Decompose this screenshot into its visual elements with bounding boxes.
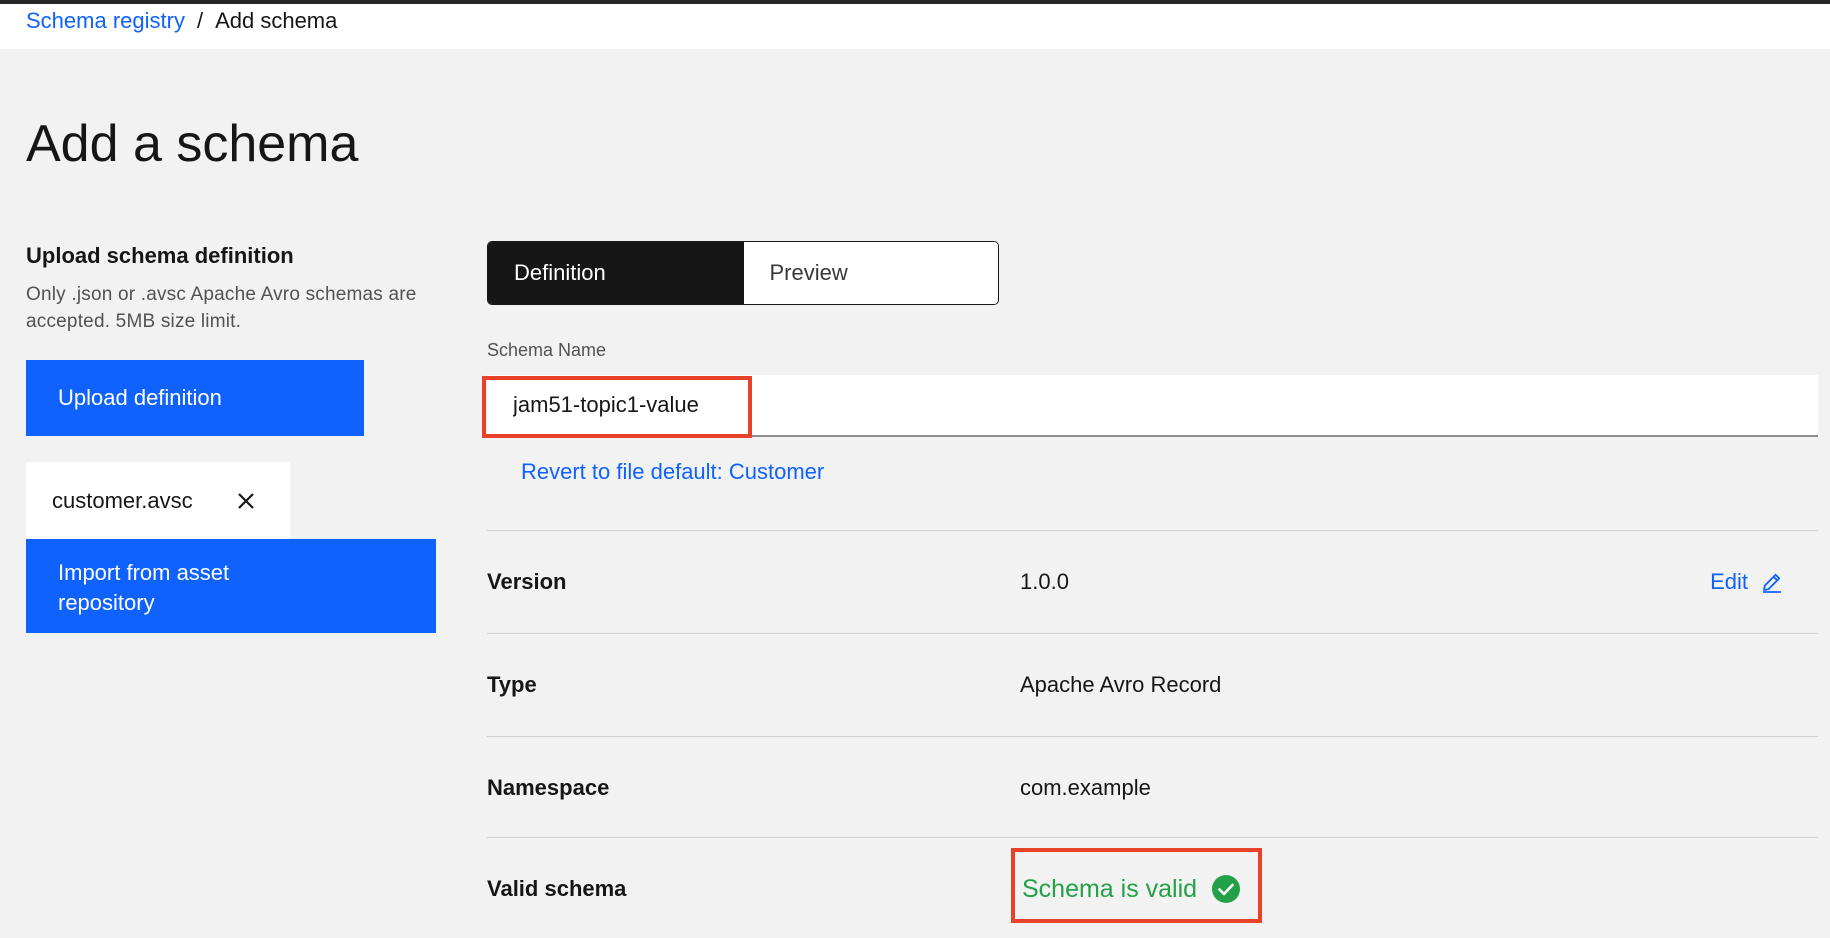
upload-definition-label: Upload definition [58,385,222,410]
detail-row-valid-schema: Valid schema Schema is valid [487,837,1818,938]
tab-preview[interactable]: Preview [742,242,998,304]
type-value: Apache Avro Record [1020,672,1222,697]
upload-heading: Upload schema definition [26,243,294,268]
tab-definition[interactable]: Definition [488,242,743,304]
breadcrumb-bar: Schema registry / Add schema [0,4,1830,49]
import-button-label: Import from asset repository [58,560,230,615]
schema-name-label: Schema Name [487,340,607,360]
valid-schema-label: Valid schema [487,876,627,901]
breadcrumb-separator: / [196,8,204,33]
version-label: Version [487,569,567,594]
schema-name-field [487,375,1818,437]
edit-label: Edit [1710,569,1748,594]
schema-name-input[interactable] [487,375,1818,435]
content-switcher: Definition Preview [487,241,999,305]
pencil-icon [1763,573,1781,593]
namespace-label: Namespace [487,775,610,800]
import-from-asset-repository-button[interactable]: Import from asset repository [26,539,436,633]
version-value: 1.0.0 [1020,569,1069,594]
tab-preview-label: Preview [769,260,848,285]
type-label: Type [487,672,537,697]
close-icon[interactable] [234,489,258,513]
uploaded-file-chip: customer.avsc [26,462,290,540]
tab-definition-label: Definition [514,260,606,285]
breadcrumb-link-schema-registry[interactable]: Schema registry [26,6,185,36]
upload-definition-button[interactable]: Upload definition [26,360,364,436]
breadcrumb-current: Add schema [215,8,338,33]
namespace-value: com.example [1020,775,1151,800]
checkmark-filled-icon [1212,875,1241,903]
detail-row-version: Version 1.0.0 Edit [487,530,1818,633]
uploaded-file-name: customer.avsc [52,488,193,513]
valid-schema-text: Schema is valid [1022,874,1198,903]
revert-to-default-link[interactable]: Revert to file default: Customer [521,457,824,487]
breadcrumb: Schema registry / Add schema [26,6,337,36]
upload-description: Only .json or .avsc Apache Avro schemas … [26,284,417,332]
page-title: Add a schema [26,115,359,173]
detail-row-namespace: Namespace com.example [487,736,1818,839]
edit-version-button[interactable]: Edit [1710,569,1784,595]
valid-schema-status: Schema is valid [1022,874,1241,904]
detail-row-type: Type Apache Avro Record [487,633,1818,736]
